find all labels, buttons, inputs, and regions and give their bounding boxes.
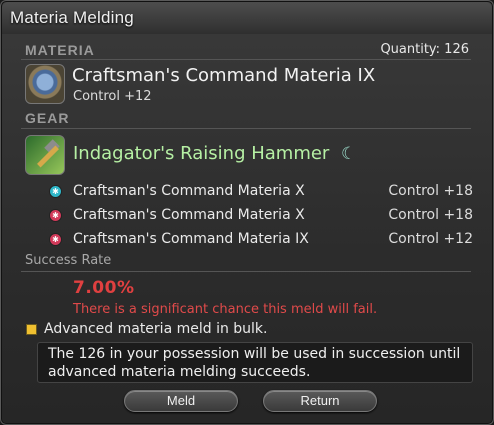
materia-item-stat: Control +12 [73, 89, 152, 104]
materia-section-label: MATERIA [25, 42, 95, 58]
bulk-info-tooltip: The 126 in your possession will be used … [37, 342, 473, 383]
gear-item-name: Indagator's Raising Hammer [73, 143, 330, 164]
success-rate-value: 7.00% [73, 278, 135, 298]
divider [21, 271, 471, 272]
title-bar[interactable]: Materia Melding [2, 2, 492, 34]
slot-materia-stat: Control +18 [388, 183, 473, 199]
materia-slot-3[interactable]: ✱ Craftsman's Command Materia IX Control… [49, 229, 473, 251]
materia-slot-2[interactable]: ✱ Craftsman's Command Materia X Control … [49, 205, 473, 227]
slot-materia-name: Craftsman's Command Materia X [73, 207, 305, 223]
slot-materia-name: Craftsman's Command Materia IX [73, 231, 309, 247]
slot-materia-stat: Control +12 [388, 231, 473, 247]
divider [21, 128, 471, 129]
materia-item-name: Craftsman's Command Materia IX [72, 65, 376, 86]
materia-orb-icon[interactable] [25, 64, 65, 104]
slot-materia-stat: Control +18 [388, 207, 473, 223]
materia-slot-1[interactable]: ✱ Craftsman's Command Materia X Control … [49, 181, 473, 203]
failure-warning: There is a significant chance this meld … [73, 302, 378, 317]
slot-materia-name: Craftsman's Command Materia X [73, 183, 305, 199]
bulk-meld-checkbox[interactable] [26, 324, 37, 335]
window-title: Materia Melding [10, 8, 134, 27]
return-button[interactable]: Return [263, 390, 377, 412]
materia-slot-icon: ✱ [49, 209, 62, 222]
materia-slot-icon: ✱ [49, 233, 62, 246]
meld-button[interactable]: Meld [124, 390, 238, 412]
divider [21, 59, 471, 60]
materia-melding-window: Materia Melding MATERIA Quantity: 126 Cr… [0, 0, 494, 425]
quantity-label: Quantity: 126 [380, 42, 469, 57]
success-rate-label: Success Rate [25, 253, 112, 268]
bulk-meld-label[interactable]: Advanced materia meld in bulk. [44, 321, 268, 337]
hammer-icon[interactable] [25, 135, 65, 175]
hq-quality-icon: ☾ [341, 144, 357, 164]
materia-slot-icon: ✱ [49, 185, 62, 198]
gear-section-label: GEAR [25, 110, 70, 126]
